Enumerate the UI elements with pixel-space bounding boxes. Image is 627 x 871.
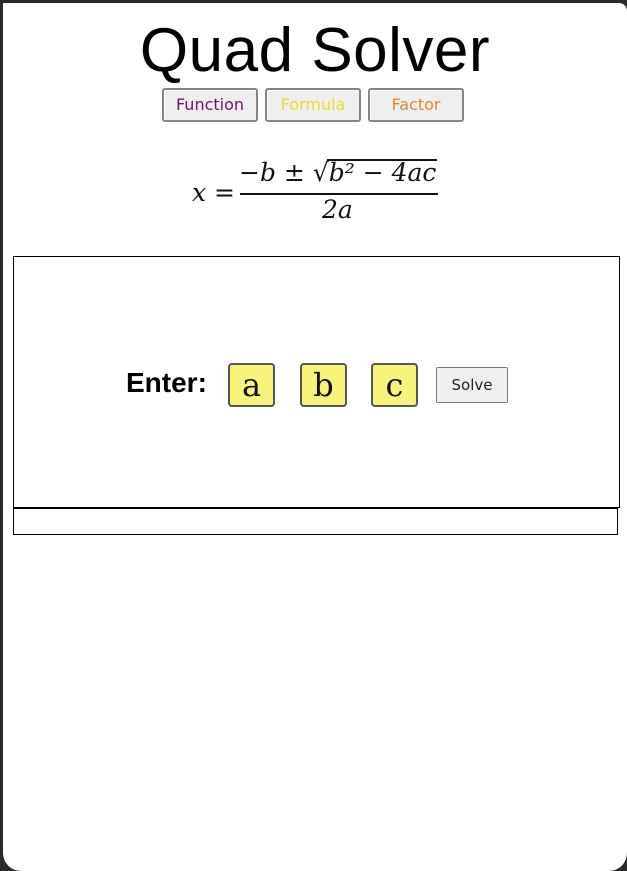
coefficient-b-input[interactable] [300,363,347,407]
coefficient-c-input[interactable] [371,363,418,407]
coefficient-a-input[interactable] [228,363,275,407]
solve-button[interactable]: Solve [436,367,508,403]
solver-panel: Enter: Solve [13,256,620,508]
formula-denominator: 2a [322,195,353,224]
formula-radical-bar [327,159,437,161]
formula-numerator: −b ± √b² − 4ac [239,158,437,187]
tab-formula[interactable]: Formula [265,88,361,122]
formula-lhs: x [192,178,207,207]
result-output [13,508,618,535]
formula-equals: = [214,178,235,207]
tab-factor[interactable]: Factor [368,88,464,122]
enter-label: Enter: [126,367,207,398]
app-window: Quad Solver Function Formula Factor x = … [3,3,627,871]
quadratic-formula: x = −b ± √b² − 4ac 2a [192,153,452,229]
page-title: Quad Solver [139,16,491,85]
tab-function[interactable]: Function [162,88,258,122]
mode-tabs: Function Formula Factor [162,88,464,122]
